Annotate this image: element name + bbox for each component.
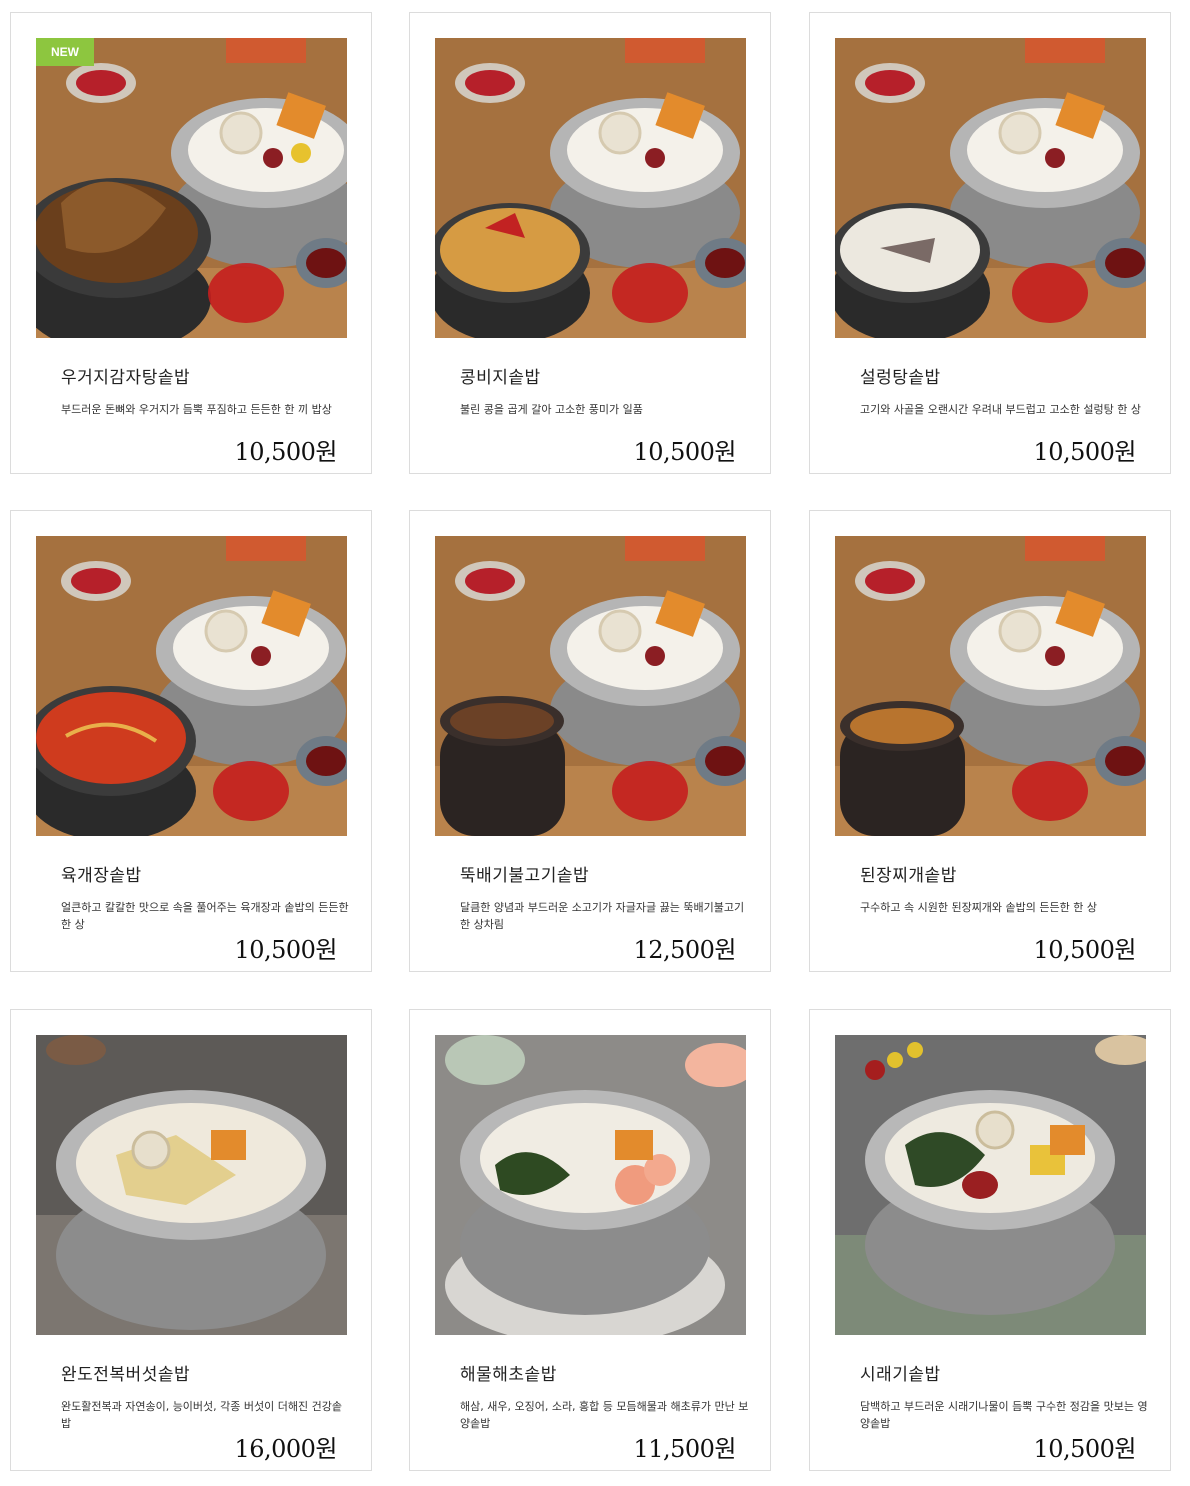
product-price: 10,500원 xyxy=(1033,936,1136,964)
product-image[interactable] xyxy=(835,536,1146,836)
product-description: 달큼한 양념과 부드러운 소고기가 자글자글 끓는 뚝배기불고기 한 상차림 xyxy=(460,901,745,931)
product-name[interactable]: 육개장솥밥 xyxy=(61,861,142,886)
product-price: 12,500원 xyxy=(633,936,736,964)
product-card[interactable]: 콩비지솥밥 불린 콩을 곱게 갈아 고소한 풍미가 일품 10,500원 xyxy=(409,12,771,474)
product-name[interactable]: 완도전복버섯솥밥 xyxy=(61,1360,190,1385)
product-description: 담백하고 부드러운 시래기나물이 듬뿍 구수한 정감을 맛보는 영양솥밥 xyxy=(860,1400,1148,1430)
product-image[interactable] xyxy=(36,536,347,836)
product-description: 고기와 사골을 오랜시간 우려내 부드럽고 고소한 설렁탕 한 상 xyxy=(860,403,1141,416)
product-price: 10,500원 xyxy=(1033,1435,1136,1463)
product-name[interactable]: 우거지감자탕솥밥 xyxy=(61,363,190,388)
product-card[interactable]: 설렁탕솥밥 고기와 사골을 오랜시간 우려내 부드럽고 고소한 설렁탕 한 상 … xyxy=(809,12,1171,474)
product-price: 10,500원 xyxy=(633,438,736,466)
new-badge: NEW xyxy=(36,38,94,66)
product-name[interactable]: 콩비지솥밥 xyxy=(460,363,541,388)
product-description: 해삼, 새우, 오징어, 소라, 홍합 등 모듬해물과 해초류가 만난 보양솥밥 xyxy=(460,1400,749,1430)
product-name[interactable]: 해물해초솥밥 xyxy=(460,1360,557,1385)
product-description: 부드러운 돈뼈와 우거지가 듬뿍 푸짐하고 든든한 한 끼 밥상 xyxy=(61,403,332,416)
product-card[interactable]: 뚝배기불고기솥밥 달큼한 양념과 부드러운 소고기가 자글자글 끓는 뚝배기불고… xyxy=(409,510,771,972)
product-card[interactable]: NEW 우거지감자탕솥밥 부드러운 돈뼈와 우거지가 듬뿍 푸짐하고 든든한 한… xyxy=(10,12,372,474)
product-image[interactable] xyxy=(435,1035,746,1335)
product-image[interactable] xyxy=(435,38,746,338)
product-price: 10,500원 xyxy=(1033,438,1136,466)
product-description: 완도활전복과 자연송이, 능이버섯, 각종 버섯이 더해진 건강솥밥 xyxy=(61,1400,342,1430)
product-image[interactable] xyxy=(835,38,1146,338)
product-name[interactable]: 설렁탕솥밥 xyxy=(860,363,941,388)
product-image[interactable]: NEW xyxy=(36,38,347,338)
product-image[interactable] xyxy=(835,1035,1146,1335)
product-image[interactable] xyxy=(36,1035,347,1335)
product-card[interactable]: 된장찌개솥밥 구수하고 속 시원한 된장찌개와 솥밥의 든든한 한 상 10,5… xyxy=(809,510,1171,972)
product-name[interactable]: 뚝배기불고기솥밥 xyxy=(460,861,589,886)
product-image[interactable] xyxy=(435,536,746,836)
product-description: 구수하고 속 시원한 된장찌개와 솥밥의 든든한 한 상 xyxy=(860,901,1097,914)
product-description: 불린 콩을 곱게 갈아 고소한 풍미가 일품 xyxy=(460,403,643,416)
product-name[interactable]: 된장찌개솥밥 xyxy=(860,861,957,886)
product-card[interactable]: 완도전복버섯솥밥 완도활전복과 자연송이, 능이버섯, 각종 버섯이 더해진 건… xyxy=(10,1009,372,1471)
product-price: 11,500원 xyxy=(633,1435,736,1463)
product-description: 얼큰하고 칼칼한 맛으로 속을 풀어주는 육개장과 솥밥의 든든한 한 상 xyxy=(61,901,349,931)
product-card[interactable]: 육개장솥밥 얼큰하고 칼칼한 맛으로 속을 풀어주는 육개장과 솥밥의 든든한 … xyxy=(10,510,372,972)
product-name[interactable]: 시래기솥밥 xyxy=(860,1360,941,1385)
product-price: 10,500원 xyxy=(234,438,337,466)
product-price: 16,000원 xyxy=(234,1435,337,1463)
product-card[interactable]: 해물해초솥밥 해삼, 새우, 오징어, 소라, 홍합 등 모듬해물과 해초류가 … xyxy=(409,1009,771,1471)
product-card[interactable]: 시래기솥밥 담백하고 부드러운 시래기나물이 듬뿍 구수한 정감을 맛보는 영양… xyxy=(809,1009,1171,1471)
product-price: 10,500원 xyxy=(234,936,337,964)
